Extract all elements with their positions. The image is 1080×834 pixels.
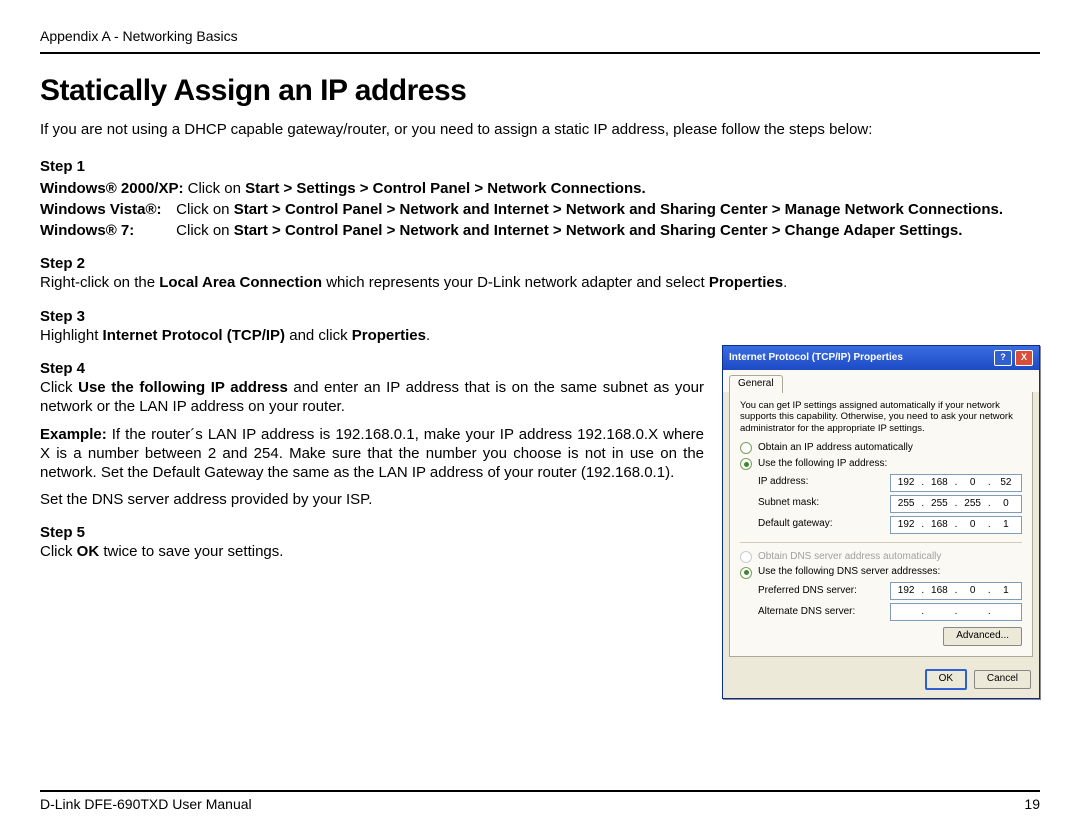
step3-label: Step 3 bbox=[40, 307, 1040, 326]
gateway-field: Default gateway: 192.168.0.1 bbox=[758, 516, 1022, 534]
radio-use-ip[interactable]: Use the following IP address: bbox=[740, 458, 1022, 471]
step2-text: Right-click on the Local Area Connection… bbox=[40, 273, 1040, 292]
win2000-label: Windows® 2000/XP: bbox=[40, 180, 183, 197]
ip-address-field: IP address: 192.168.0.52 bbox=[758, 474, 1022, 492]
ok-button[interactable]: OK bbox=[925, 669, 967, 690]
example-text: Example: If the router´s LAN IP address … bbox=[40, 425, 704, 483]
radio-obtain-ip[interactable]: Obtain an IP address automatically bbox=[740, 442, 1022, 455]
step5-label: Step 5 bbox=[40, 523, 704, 542]
page-title: Statically Assign an IP address bbox=[40, 72, 1040, 110]
step2-label: Step 2 bbox=[40, 254, 1040, 273]
step1-label: Step 1 bbox=[40, 157, 1040, 176]
step4-label: Step 4 bbox=[40, 359, 704, 378]
dialog-titlebar: Internet Protocol (TCP/IP) Properties ? … bbox=[723, 346, 1039, 370]
step4-text: Click Use the following IP address and e… bbox=[40, 378, 704, 416]
pref-dns-field: Preferred DNS server: 192.168.0.1 bbox=[758, 582, 1022, 600]
intro-text: If you are not using a DHCP capable gate… bbox=[40, 120, 1040, 139]
win7-row: Windows® 7: Click on Start > Control Pan… bbox=[40, 221, 1040, 240]
step3-text: Highlight Internet Protocol (TCP/IP) and… bbox=[40, 326, 1040, 345]
page-number: 19 bbox=[1024, 796, 1040, 814]
vista-label: Windows Vista®: bbox=[40, 200, 172, 219]
advanced-button[interactable]: Advanced... bbox=[943, 627, 1022, 646]
tcpip-dialog: Internet Protocol (TCP/IP) Properties ? … bbox=[722, 345, 1040, 699]
subnet-mask-field: Subnet mask: 255.255.255.0 bbox=[758, 495, 1022, 513]
step5-text: Click OK twice to save your settings. bbox=[40, 542, 704, 561]
dialog-title: Internet Protocol (TCP/IP) Properties bbox=[729, 352, 903, 365]
win2000-row: Windows® 2000/XP: Click on Start > Setti… bbox=[40, 179, 1040, 198]
dialog-desc: You can get IP settings assigned automat… bbox=[740, 400, 1022, 434]
close-icon[interactable]: X bbox=[1015, 350, 1033, 366]
dns-line: Set the DNS server address provided by y… bbox=[40, 490, 704, 509]
radio-use-dns[interactable]: Use the following DNS server addresses: bbox=[740, 566, 1022, 579]
radio-obtain-dns: Obtain DNS server address automatically bbox=[740, 551, 1022, 564]
vista-row: Windows Vista®: Click on Start > Control… bbox=[40, 200, 1040, 219]
pref-dns-input[interactable]: 192.168.0.1 bbox=[890, 582, 1022, 600]
ip-address-input[interactable]: 192.168.0.52 bbox=[890, 474, 1022, 492]
alt-dns-field: Alternate DNS server: ... bbox=[758, 603, 1022, 621]
page-header: Appendix A - Networking Basics bbox=[40, 28, 1040, 54]
gateway-input[interactable]: 192.168.0.1 bbox=[890, 516, 1022, 534]
subnet-mask-input[interactable]: 255.255.255.0 bbox=[890, 495, 1022, 513]
help-icon[interactable]: ? bbox=[994, 350, 1012, 366]
alt-dns-input[interactable]: ... bbox=[890, 603, 1022, 621]
tab-general[interactable]: General bbox=[729, 375, 783, 393]
cancel-button[interactable]: Cancel bbox=[974, 670, 1031, 689]
win7-label: Windows® 7: bbox=[40, 221, 172, 240]
footer-left: D-Link DFE-690TXD User Manual bbox=[40, 796, 252, 814]
page-footer: D-Link DFE-690TXD User Manual 19 bbox=[40, 790, 1040, 814]
